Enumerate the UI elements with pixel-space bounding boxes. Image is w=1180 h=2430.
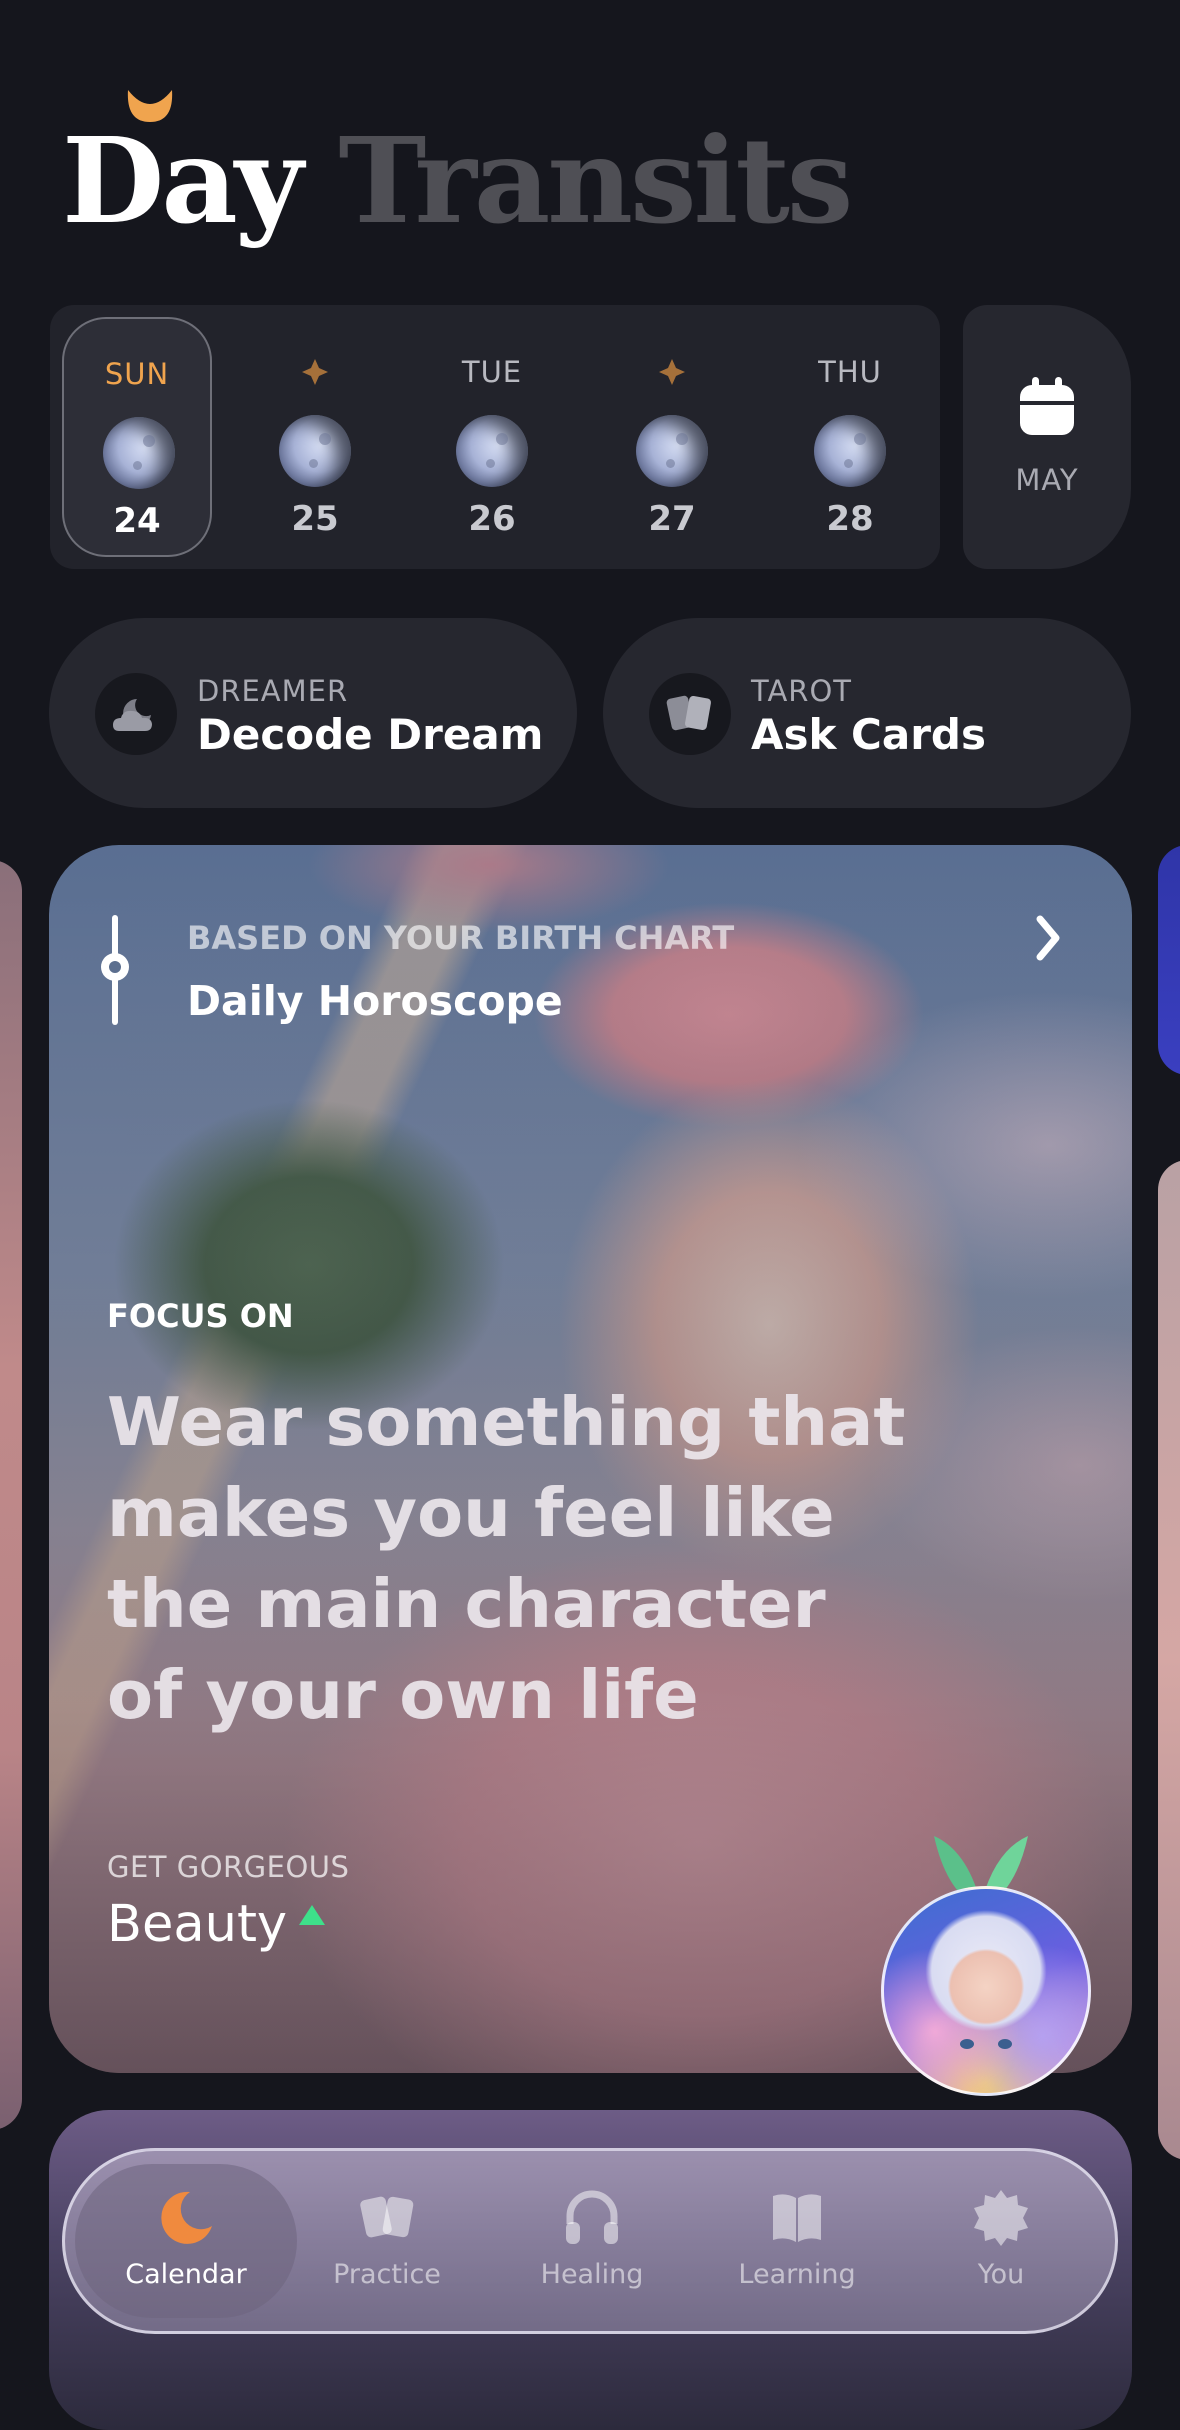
- day-number: 27: [648, 499, 696, 539]
- book-icon: [773, 2194, 821, 2242]
- next-card-peek[interactable]: [1158, 845, 1180, 1075]
- birth-chart-icon: [101, 915, 129, 1025]
- card-kicker: BASED ON YOUR BIRTH CHART: [187, 919, 735, 957]
- day-name: TUE: [461, 355, 523, 389]
- avatar-eye: [998, 2039, 1012, 2049]
- gear-icon: [974, 2190, 1028, 2246]
- day-24[interactable]: SUN 24: [62, 317, 212, 557]
- day-27[interactable]: 27: [597, 317, 747, 557]
- trend-up-icon: [299, 1905, 325, 1925]
- nav-practice[interactable]: Practice: [287, 2151, 487, 2331]
- assistant-avatar[interactable]: [878, 1830, 1094, 2100]
- nav-label: Healing: [540, 2259, 644, 2290]
- day-number: 24: [113, 501, 161, 541]
- moon-phase-icon: [103, 417, 175, 489]
- calendar-icon: [1020, 377, 1074, 435]
- card-title: Daily Horoscope: [187, 977, 563, 1025]
- cards-icon: [649, 673, 731, 755]
- title-transits: Transits: [338, 111, 853, 250]
- nav-label: You: [977, 2259, 1025, 2290]
- ask-cards-button[interactable]: TAROT Ask Cards: [603, 618, 1131, 808]
- nav-label: Calendar: [125, 2259, 247, 2290]
- diamond-icon: [302, 359, 328, 385]
- moon-phase-icon: [636, 415, 708, 487]
- next-card-peek-lower[interactable]: [1158, 1160, 1180, 2160]
- cards-icon: [360, 2196, 414, 2238]
- day-26[interactable]: TUE 26: [417, 317, 567, 557]
- nav-label: Learning: [738, 2259, 856, 2290]
- category-value: Beauty: [107, 1895, 288, 1954]
- focus-label: FOCUS ON: [107, 1297, 294, 1335]
- nav-you[interactable]: You: [901, 2151, 1101, 2331]
- cloud-moon-icon: [95, 673, 177, 755]
- pill-kicker: TAROT: [751, 674, 852, 708]
- pill-label: Ask Cards: [751, 710, 986, 759]
- day-number: 26: [468, 499, 516, 539]
- moon-icon: [161, 2191, 212, 2244]
- diamond-icon: [659, 359, 685, 385]
- page-title: Day Transits: [62, 122, 853, 240]
- moon-phase-icon: [456, 415, 528, 487]
- focus-quote: Wear something that makes you feel like …: [107, 1383, 906, 1734]
- chevron-right-icon[interactable]: [1034, 913, 1064, 963]
- headphones-icon: [566, 2190, 618, 2244]
- previous-card-peek[interactable]: [0, 860, 22, 2130]
- week-strip: SUN 24 25 TUE 26 27 THU 28: [50, 305, 940, 569]
- pill-kicker: DREAMER: [197, 674, 349, 708]
- nav-learning[interactable]: Learning: [697, 2151, 897, 2331]
- moon-phase-icon: [814, 415, 886, 487]
- avatar-eye: [960, 2039, 974, 2049]
- day-number: 25: [291, 499, 339, 539]
- pill-label: Decode Dream: [197, 710, 544, 759]
- nav-label: Practice: [333, 2259, 441, 2290]
- month-label: MAY: [1015, 463, 1079, 497]
- avatar-image: [881, 1886, 1091, 2096]
- month-button[interactable]: MAY: [963, 305, 1131, 569]
- day-25[interactable]: 25: [240, 317, 390, 557]
- day-number: 28: [826, 499, 874, 539]
- day-28[interactable]: THU 28: [775, 317, 925, 557]
- day-name: SUN: [104, 357, 170, 391]
- nav-calendar[interactable]: Calendar: [75, 2164, 297, 2318]
- day-name: THU: [818, 355, 882, 389]
- title-day: Day: [62, 111, 303, 250]
- bottom-nav: Calendar Practice Healing Learning You: [62, 2148, 1118, 2334]
- moon-phase-icon: [279, 415, 351, 487]
- nav-healing[interactable]: Healing: [492, 2151, 692, 2331]
- decode-dream-button[interactable]: DREAMER Decode Dream: [49, 618, 577, 808]
- category-kicker: GET GORGEOUS: [107, 1850, 350, 1884]
